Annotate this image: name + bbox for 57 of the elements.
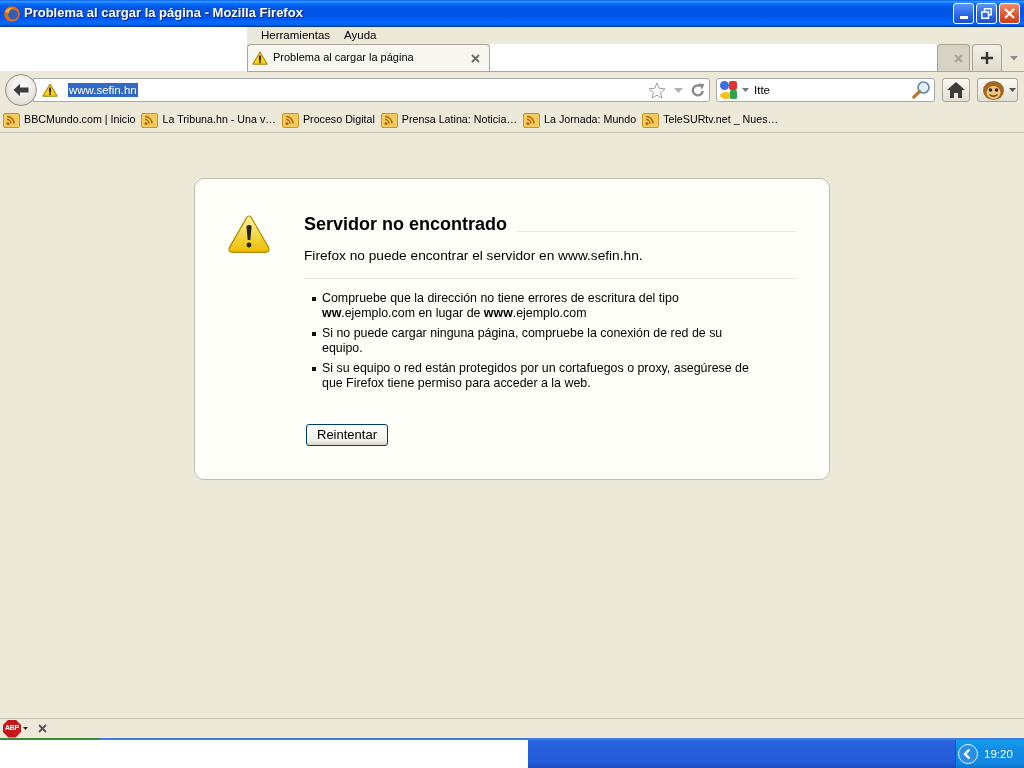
restore-icon — [981, 8, 992, 19]
chevron-icon[interactable] — [958, 744, 978, 764]
window-title: Problema al cargar la página - Mozilla Firefox — [24, 5, 303, 22]
star-icon[interactable] — [648, 81, 666, 99]
bookmark-link[interactable]: BBCMundo.com | Inicio — [3, 112, 136, 128]
address-field[interactable]: www.sefin.hn — [33, 78, 710, 102]
reload-icon[interactable] — [691, 83, 705, 97]
back-arrow-icon — [13, 83, 29, 97]
minimize-icon — [959, 16, 968, 19]
bookmark-link[interactable]: Proceso Digital — [281, 112, 375, 128]
add-on-button[interactable] — [977, 78, 1018, 102]
home-button[interactable] — [942, 78, 970, 102]
search-text[interactable]: Itte — [754, 82, 770, 98]
close-icon[interactable] — [471, 53, 480, 63]
suggestion-text: Si no puede cargar ninguna página, compruebe la conexión de red de su equipo. — [322, 326, 724, 356]
bullet-icon — [312, 297, 316, 301]
tab[interactable]: Problema al cargar la página — [247, 44, 490, 71]
restore-button[interactable] — [976, 3, 997, 24]
rss-folder-icon — [141, 112, 159, 128]
menu-item[interactable]: Herramientas — [254, 28, 338, 43]
close-icon — [1004, 8, 1015, 19]
clock: 19:20 — [984, 746, 1013, 762]
rss-folder-icon — [642, 112, 660, 128]
new-tab-button[interactable] — [972, 44, 1002, 71]
bullet-icon — [312, 367, 316, 371]
rss-folder-icon — [3, 112, 20, 128]
search-engine-icon[interactable] — [720, 81, 737, 99]
close-button[interactable] — [999, 3, 1020, 24]
caret-icon — [1009, 88, 1016, 92]
browser-logo-icon — [4, 5, 20, 22]
warning-icon[interactable] — [42, 83, 58, 97]
close-icon[interactable] — [38, 724, 47, 733]
suggestion-text: Si su equipo o red están protegidos por un cortafuegos o proxy, asegúrese de que Firefox tiene permiso para acceder a la web. — [322, 361, 750, 391]
bookmark-link[interactable]: Prensa Latina: Noticia… — [380, 112, 518, 128]
suggestion-text: Compruebe que la dirección no tiene errores de escritura del tipo ww.ejemplo.com en lugar de www.ejemplo.com — [322, 291, 680, 321]
bookmark-link[interactable]: La Tribuna.hn - Una v… — [141, 112, 276, 128]
rss-folder-icon — [281, 112, 299, 128]
caret-icon[interactable] — [23, 727, 28, 730]
retry-button[interactable]: Reintentar — [306, 424, 388, 446]
minimize-button[interactable] — [953, 3, 974, 24]
error-message: Firefox no puede encontrar el servidor en www.sefin.hn. — [304, 247, 644, 264]
search-field[interactable]: Itte — [716, 78, 935, 102]
error-title: Servidor no encontrado — [304, 213, 508, 236]
warning-icon — [252, 51, 268, 65]
bullet-icon — [312, 332, 316, 336]
home-icon — [947, 82, 965, 98]
plus-icon — [980, 51, 994, 65]
back-button[interactable] — [5, 74, 37, 106]
bookmark-link[interactable]: La Jornada: Mundo — [523, 112, 637, 128]
search-icon[interactable] — [912, 81, 930, 99]
rss-folder-icon — [380, 112, 398, 128]
warning-icon — [228, 215, 270, 253]
menu-item[interactable]: Ayuda — [337, 28, 384, 43]
bookmark-link[interactable]: TeleSURtv.net _ Nues… — [642, 112, 779, 128]
url-text[interactable]: www.sefin.hn — [68, 82, 138, 98]
monkey-face-icon — [983, 80, 1004, 100]
rss-folder-icon — [523, 112, 541, 128]
